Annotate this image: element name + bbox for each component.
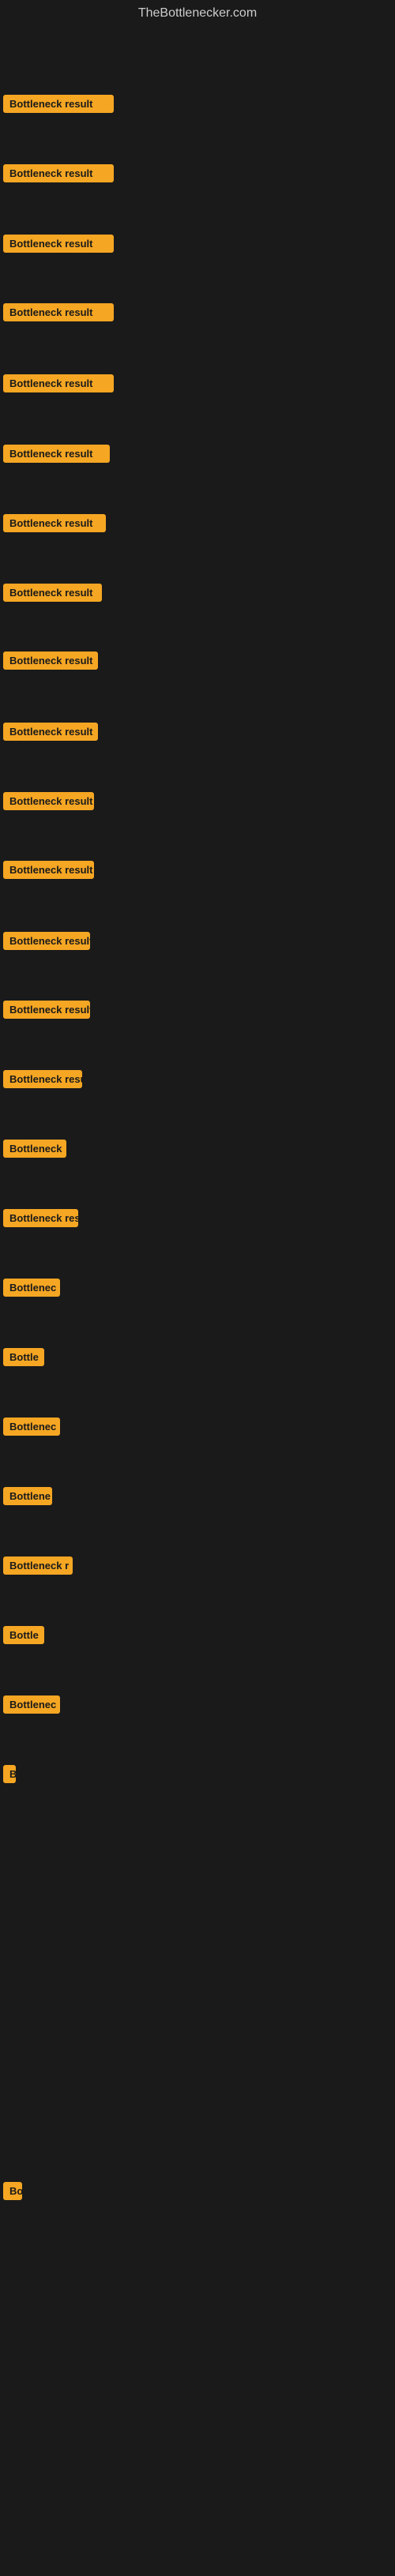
bottleneck-row: [0, 1951, 395, 2014]
bottleneck-label: Bottleneck: [3, 1140, 66, 1158]
bottleneck-label: Bottleneck result: [3, 861, 94, 879]
bottleneck-label: Bottleneck result: [3, 584, 102, 602]
bottleneck-row: Bottleneck result: [0, 212, 395, 275]
bottleneck-row: Bottle: [0, 1325, 395, 1388]
bottleneck-label: Bottleneck result: [3, 164, 114, 182]
bottleneck-row: Bottleneck: [0, 1117, 395, 1180]
bottleneck-row: Bottleneck result: [0, 491, 395, 554]
bottleneck-row: [0, 2301, 395, 2364]
bottleneck-label: Bottleneck r: [3, 1556, 73, 1575]
bottleneck-label: Bottleneck result: [3, 303, 114, 321]
bottleneck-label: Bottle: [3, 1626, 44, 1644]
bottleneck-label: Bottleneck result: [3, 1001, 90, 1019]
bottleneck-label: Bottleneck result: [3, 932, 90, 950]
bottleneck-row: Bottlenec: [0, 1256, 395, 1319]
bottleneck-label: Bottleneck result: [3, 652, 98, 670]
bottleneck-label: Bottleneck result: [3, 514, 106, 532]
bottleneck-row: B: [0, 1742, 395, 1805]
bottleneck-row: [0, 2230, 395, 2293]
bottleneck-row: Bottleneck result: [0, 561, 395, 624]
bottleneck-row: Bottleneck result: [0, 700, 395, 763]
bottleneck-row: Bottleneck result: [0, 909, 395, 972]
bottleneck-row: Bottleneck result: [0, 769, 395, 832]
bottleneck-label: Bottlenec: [3, 1695, 60, 1714]
bottleneck-row: Bottleneck res: [0, 1186, 395, 1249]
site-title: TheBottlenecker.com: [0, 0, 395, 27]
bottleneck-label: Bottleneck res: [3, 1209, 78, 1227]
bottleneck-label: Bottlenec: [3, 1279, 60, 1297]
bottleneck-label: Bottleneck result: [3, 374, 114, 392]
bottleneck-row: Bottlenec: [0, 1395, 395, 1458]
bottleneck-row: Bottleneck result: [0, 629, 395, 692]
bottleneck-row: [0, 2513, 395, 2576]
bottleneck-row: Bottleneck result: [0, 72, 395, 135]
bottleneck-label: Bottleneck result: [3, 723, 98, 741]
bottleneck-label: Bottleneck result: [3, 445, 110, 463]
bottleneck-label: Bottleneck result: [3, 792, 94, 810]
bottleneck-row: Bottleneck result: [0, 141, 395, 205]
bottleneck-label: Bottleneck result: [3, 95, 114, 113]
bottleneck-row: [0, 1812, 395, 1875]
bottleneck-label: Bottlenec: [3, 1418, 60, 1436]
bottleneck-row: [0, 2443, 395, 2507]
bottleneck-row: [0, 2371, 395, 2434]
bottleneck-row: Bottleneck result: [0, 978, 395, 1041]
bottleneck-label: Bo: [3, 2182, 22, 2200]
bottleneck-row: Bottleneck result: [0, 422, 395, 485]
bottleneck-row: Bottleneck resu: [0, 1047, 395, 1110]
bottleneck-label: Bottleneck resu: [3, 1070, 82, 1088]
bottleneck-row: Bottleneck result: [0, 351, 395, 415]
bottleneck-label: Bottleneck result: [3, 235, 114, 253]
bottleneck-row: Bottleneck r: [0, 1534, 395, 1597]
bottleneck-row: [0, 1881, 395, 1944]
bottleneck-label: B: [3, 1765, 16, 1783]
bottleneck-label: Bottlene: [3, 1487, 52, 1505]
bottleneck-row: Bottleneck result: [0, 280, 395, 344]
bottleneck-row: Bottle: [0, 1603, 395, 1666]
bottleneck-row: Bo: [0, 2159, 395, 2222]
bottleneck-label: Bottle: [3, 1348, 44, 1366]
bottleneck-row: Bottleneck result: [0, 838, 395, 901]
bottleneck-row: Bottlene: [0, 1464, 395, 1527]
bottleneck-row: Bottlenec: [0, 1673, 395, 1736]
